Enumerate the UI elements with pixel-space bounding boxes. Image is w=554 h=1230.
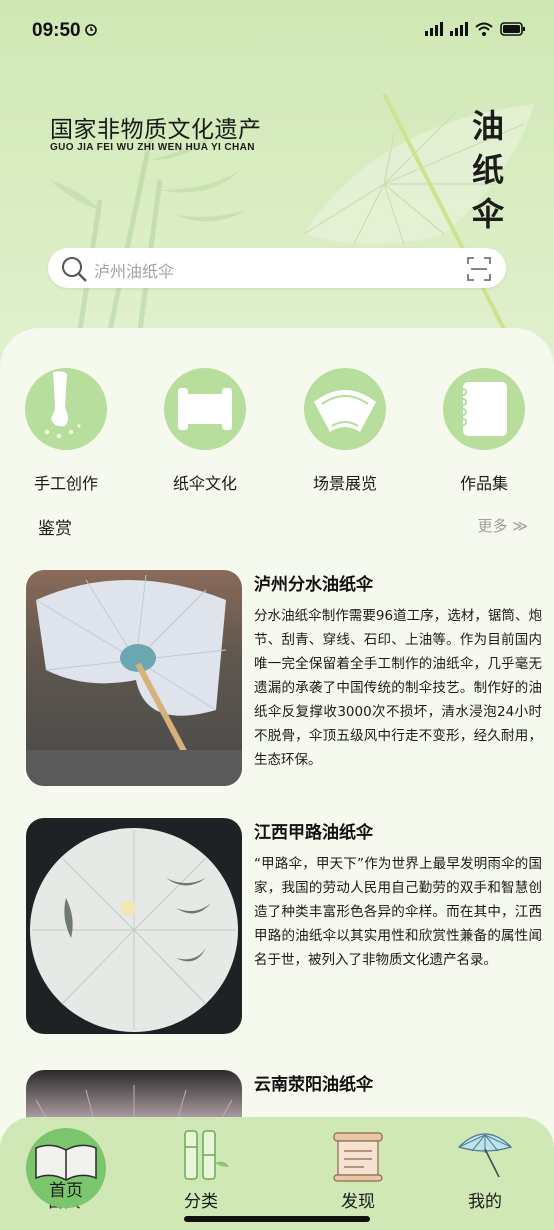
card[interactable]: 泸州分水油纸伞 分水油纸伞制作需要96道工序，选材，锯筒、炮节、刮青、穿线、石印… bbox=[26, 570, 542, 800]
brush-hand-icon bbox=[25, 368, 107, 450]
home-tab-bubble[interactable]: 首页 bbox=[26, 1128, 106, 1208]
signal-icon-2 bbox=[450, 22, 468, 36]
wifi-icon bbox=[475, 22, 493, 36]
content-panel: 手工创作 纸伞文化 场景展览 作品集 鉴赏 更多 ≫ 泸州分水油纸伞 分水油纸伞… bbox=[0, 328, 554, 1230]
card-title: 云南荥阳油纸伞 bbox=[254, 1075, 373, 1095]
home-indicator bbox=[184, 1216, 370, 1222]
tab-category[interactable]: 分类 bbox=[151, 1117, 251, 1217]
search-bar[interactable]: 泸州油纸伞 bbox=[48, 248, 506, 288]
tab-discover[interactable]: 发现 bbox=[308, 1117, 408, 1217]
fan-icon bbox=[304, 368, 386, 450]
umbrella-decoration bbox=[303, 93, 534, 330]
tab-label: 分类 bbox=[184, 1192, 218, 1212]
bamboo-icon bbox=[184, 1130, 229, 1180]
section-header: 鉴赏 更多 ≫ bbox=[38, 514, 530, 540]
vertical-title-char: 油 bbox=[471, 107, 504, 145]
heritage-pinyin: GUO JIA FEI WU ZHI WEN HUA YI CHAN bbox=[50, 142, 255, 153]
search-icon bbox=[62, 257, 87, 282]
feature-label: 作品集 bbox=[459, 474, 508, 493]
alarm-icon bbox=[85, 24, 97, 36]
card-title: 江西甲路油纸伞 bbox=[254, 823, 373, 843]
tab-label-active: 首页 bbox=[49, 1181, 83, 1201]
feature-portfolio[interactable]: 作品集 bbox=[424, 368, 544, 494]
signal-icon bbox=[425, 22, 443, 36]
tab-profile[interactable]: 我的 bbox=[435, 1117, 535, 1217]
status-time: 09:50 bbox=[32, 20, 81, 41]
scan-icon[interactable] bbox=[466, 256, 492, 282]
scroll-icon bbox=[333, 1132, 383, 1182]
notebook-icon bbox=[443, 368, 525, 450]
battery-icon bbox=[500, 22, 525, 36]
feature-label: 纸伞文化 bbox=[172, 474, 237, 493]
heritage-title: 国家非物质文化遗产 bbox=[50, 117, 262, 143]
vertical-title-char: 伞 bbox=[471, 195, 504, 233]
tab-label: 发现 bbox=[341, 1192, 375, 1212]
card[interactable]: 江西甲路油纸伞 “甲路伞，甲天下”作为世界上最早发明雨伞的国家，我国的劳动人民用… bbox=[26, 818, 542, 1048]
card-image bbox=[26, 818, 242, 1034]
section-title: 鉴赏 bbox=[38, 519, 72, 539]
vertical-title: 油 纸 伞 bbox=[468, 104, 508, 236]
card-text: 分水油纸伞制作需要96道工序，选材，锯筒、炮节、刮青、穿线、石印、上油等。作为目… bbox=[254, 608, 542, 768]
card-image bbox=[26, 570, 242, 786]
feature-scene-exhibit[interactable]: 场景展览 bbox=[285, 368, 405, 494]
tab-label: 我的 bbox=[468, 1192, 502, 1212]
feature-label: 手工创作 bbox=[33, 474, 98, 493]
feature-label: 场景展览 bbox=[312, 474, 377, 493]
feature-handcraft[interactable]: 手工创作 bbox=[6, 368, 126, 494]
hero-banner: 09:50 国家非物质文化遗产 GUO JIA FEI WU ZHI WEN H… bbox=[0, 0, 554, 380]
vertical-title-char: 纸 bbox=[471, 151, 504, 189]
scroll-icon bbox=[164, 368, 246, 450]
umbrella-icon bbox=[457, 1133, 513, 1178]
feature-umbrella-culture[interactable]: 纸伞文化 bbox=[145, 368, 265, 494]
search-input[interactable]: 泸州油纸伞 bbox=[94, 258, 174, 282]
feature-row: 手工创作 纸伞文化 场景展览 作品集 bbox=[0, 368, 554, 498]
card-title: 泸州分水油纸伞 bbox=[254, 575, 373, 595]
status-bar: 09:50 bbox=[0, 0, 554, 62]
card-text: “甲路伞，甲天下”作为世界上最早发明雨伞的国家，我国的劳动人民用自己勤劳的双手和… bbox=[254, 856, 542, 968]
more-link[interactable]: 更多 ≫ bbox=[478, 515, 528, 536]
